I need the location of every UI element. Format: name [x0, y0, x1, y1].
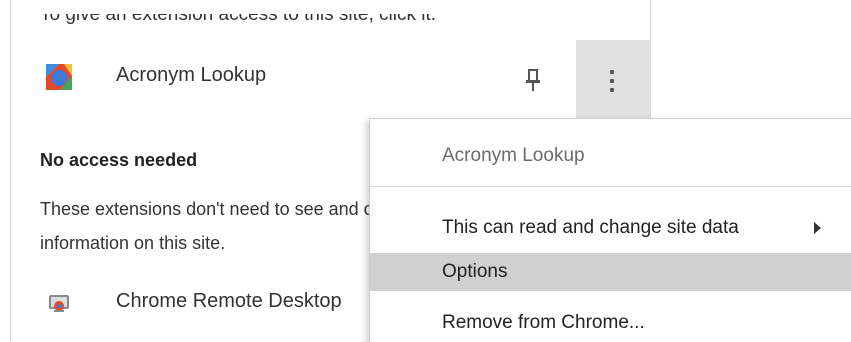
extension-row-acronym-lookup[interactable]: Acronym Lookup [40, 40, 650, 118]
pin-icon[interactable] [524, 68, 542, 92]
menu-item-label: Remove from Chrome... [442, 312, 645, 333]
menu-item-label: This can read and change site data [442, 217, 739, 238]
section-description-line: information on this site. [40, 233, 226, 253]
more-vert-icon [609, 70, 615, 92]
submenu-arrow-icon [814, 222, 821, 234]
extension-name: Acronym Lookup [116, 64, 267, 86]
menu-divider [370, 186, 851, 187]
extensions-screen: To give an extension access to this site… [0, 0, 851, 342]
extension-context-menu: Acronym Lookup This can read and change … [369, 118, 851, 342]
extension-name: Chrome Remote Desktop [116, 290, 342, 312]
section-description: These extensions don't need to see and c… [40, 192, 370, 260]
extension-row-chrome-remote-desktop[interactable]: Chrome Remote Desktop [40, 288, 370, 324]
menu-item-options[interactable]: Options [370, 253, 851, 291]
panel-border [10, 0, 11, 342]
menu-item-site-access[interactable]: This can read and change site data [370, 209, 851, 247]
acronym-lookup-icon [46, 64, 72, 90]
more-options-button[interactable] [576, 40, 650, 118]
menu-header: Acronym Lookup [442, 145, 585, 166]
panel-border-right [650, 0, 651, 118]
menu-item-remove[interactable]: Remove from Chrome... [370, 304, 851, 342]
menu-item-label: Options [442, 261, 508, 282]
section-title-no-access: No access needed [40, 150, 198, 170]
access-hint-text: To give an extension access to this site… [40, 4, 437, 25]
section-description-line: These extensions don't need to see and c… [40, 199, 370, 219]
chrome-remote-desktop-icon [48, 294, 70, 314]
